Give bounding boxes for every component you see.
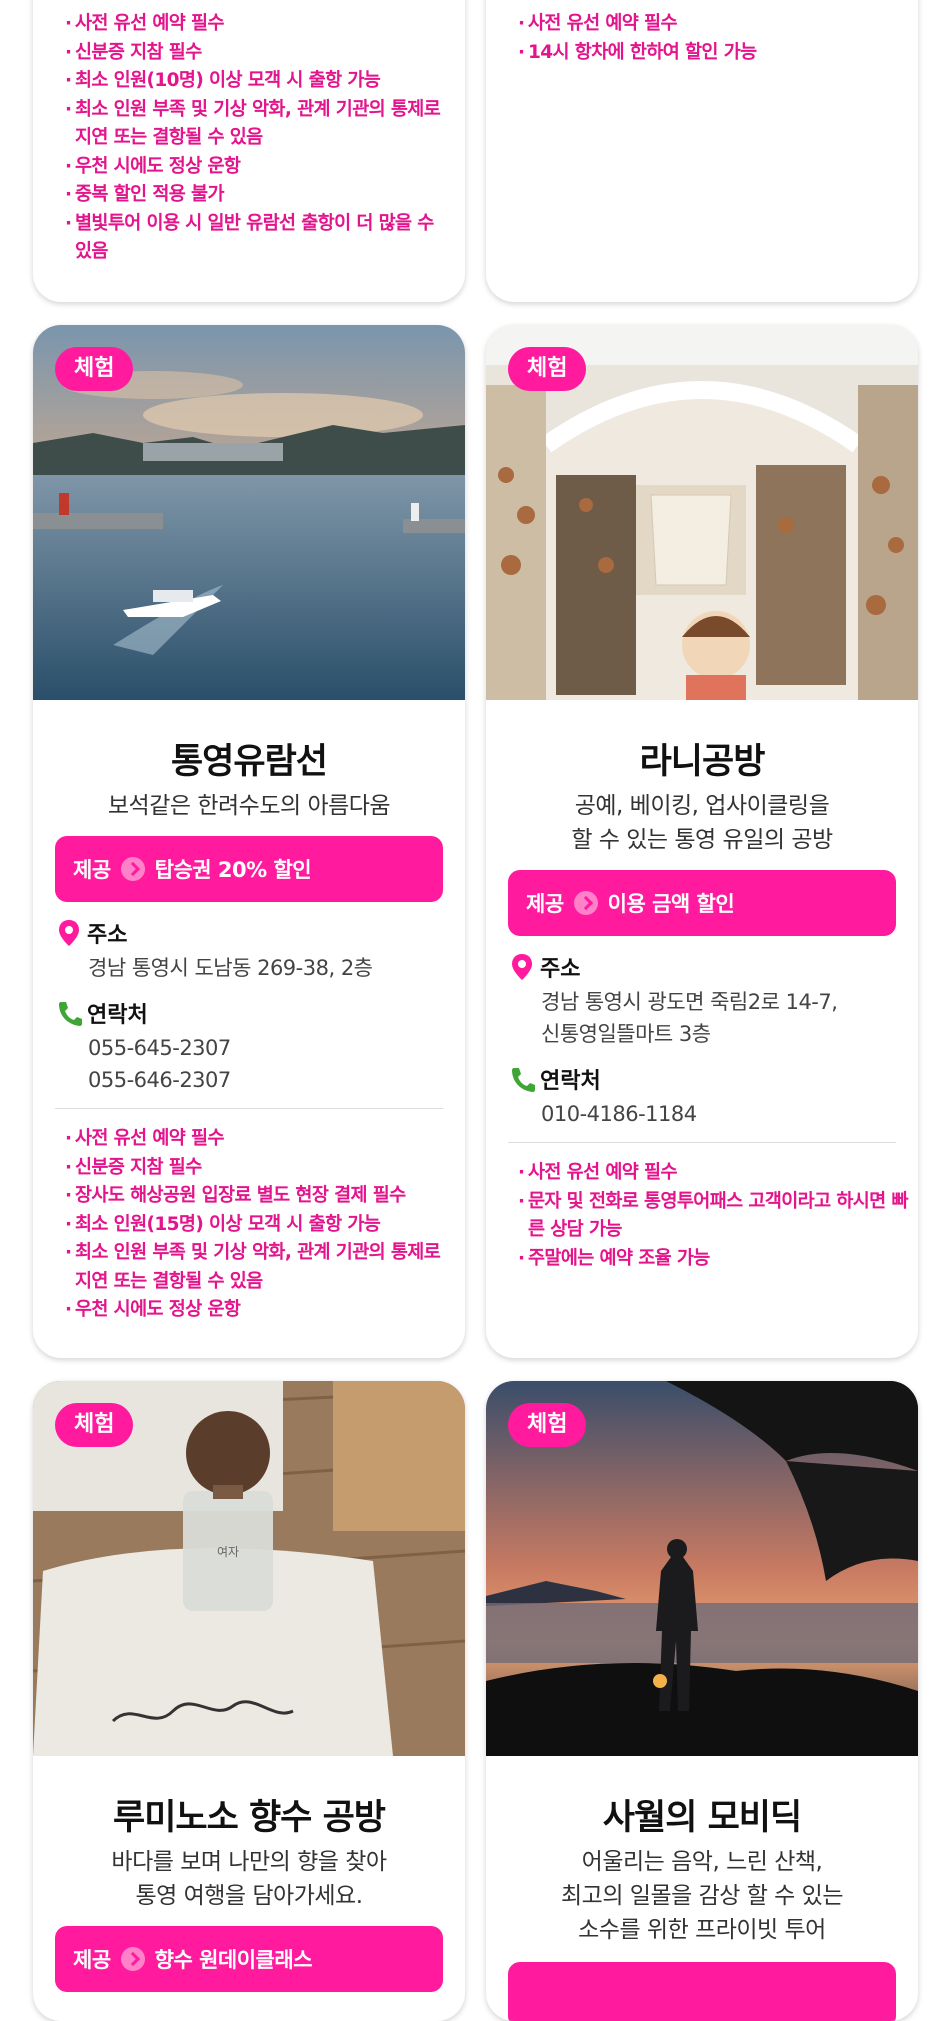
note-item: 최소 인원 부족 및 기상 악화, 관계 기관의 통제로 지연 또는 결항될 수… [65,1239,455,1296]
note-item: 우천 시에도 정상 운항 [65,1296,455,1325]
note-item: 사전 유선 예약 필수 [65,1125,455,1154]
offer-text: 이용 금액 할인 [607,892,735,916]
place-title: 루미노소 향수 공방 [113,1798,386,1838]
note-item: 사전 유선 예약 필수 [65,10,455,39]
notes-list: 사전 유선 예약 필수 신분증 지참 필수 최소 인원(10명) 이상 모객 시… [65,10,455,267]
place-title: 사월의 모비딕 [602,1798,802,1838]
offer-button[interactable]: 제공 향수 원데이클래스 [55,1926,443,1992]
chevron-right-icon [120,857,145,881]
address-label: 주소 [508,951,580,983]
address-label: 주소 [55,917,127,949]
offer-prefix: 제공 [73,858,111,882]
place-subtitle: 바다를 보며 나만의 향을 찾아 통영 여행을 담아가세요. [111,1849,387,1909]
phone-icon [59,1002,82,1026]
address-text: 경남 통영시 광도면 죽림2로 14-7, 신통영일뜰마트 3층 [541,990,838,1046]
card-top-left: 사전 유선 예약 필수 신분증 지참 필수 최소 인원(10명) 이상 모객 시… [33,0,465,302]
category-badge: 체험 [55,347,134,391]
contact-label: 연락처 [508,1063,601,1095]
divider [55,1108,443,1109]
note-item: 최소 인원(10명) 이상 모객 시 출항 가능 [65,67,455,96]
svg-text:여자: 여자 [217,1545,239,1559]
card-rani-workshop[interactable]: 체험 라니공방 공예, 베이킹, 업사이클링을 할 수 있는 통영 유일의 공방… [486,325,918,1358]
offer-prefix: 제공 [526,892,564,916]
map-pin-icon [512,954,532,980]
card-tongyeong-cruise[interactable]: 체험 통영유람선 보석같은 한려수도의 아름다움 제공 탑승권 20% 할인 주… [33,325,465,1358]
chevron-right-icon [120,1947,145,1971]
note-item: 우천 시에도 정상 운항 [65,153,455,182]
contact-text[interactable]: 055-645-2307 055-646-2307 [88,1032,231,1096]
note-item: 문자 및 전화로 통영투어패스 고객이라고 하시면 빠른 상담 가능 [518,1188,908,1245]
place-subtitle: 보석같은 한려수도의 아름다움 [107,793,391,819]
note-item: 신분증 지참 필수 [65,1154,455,1183]
note-item: 최소 인원 부족 및 기상 악화, 관계 기관의 통제로 지연 또는 결항될 수… [65,96,455,153]
contact-text[interactable]: 010-4186-1184 [541,1098,697,1130]
note-item: 장사도 해상공원 입장료 별도 현장 결제 필수 [65,1182,455,1211]
offer-text: 탑승권 20% 할인 [154,858,312,882]
note-item: 별빛투어 이용 시 일반 유람선 출항이 더 많을 수 있음 [65,210,455,267]
offer-prefix: 제공 [73,1948,111,1972]
notes-list: 사전 유선 예약 필수 신분증 지참 필수 장사도 해상공원 입장료 별도 현장… [65,1125,455,1325]
divider [508,1142,896,1143]
note-item: 사전 유선 예약 필수 [518,10,908,39]
category-badge: 체험 [508,347,587,391]
offer-button[interactable] [508,1962,896,2021]
offer-button[interactable]: 제공 이용 금액 할인 [508,870,896,936]
contact-label: 연락처 [55,997,148,1029]
offer-text: 향수 원데이클래스 [154,1948,313,1972]
phone-icon [512,1068,535,1092]
place-title: 라니공방 [639,742,766,782]
place-subtitle: 공예, 베이킹, 업사이클링을 할 수 있는 통영 유일의 공방 [571,793,833,853]
card-luminoso-perfume[interactable]: 여자 체험 루미노소 향수 공방 바다를 보며 나만의 향을 찾아 통영 여행을… [33,1381,465,2021]
address-text: 경남 통영시 도남동 269-38, 2층 [88,956,373,980]
chevron-right-icon [573,891,598,915]
place-subtitle: 어울리는 음악, 느린 산책, 최고의 일몰을 감상 할 수 있는 소수를 위한… [561,1849,843,1943]
map-pin-icon [59,920,79,946]
place-title: 통영유람선 [170,742,328,782]
note-item: 사전 유선 예약 필수 [518,1159,908,1188]
note-item: 신분증 지참 필수 [65,39,455,68]
note-item: 최소 인원(15명) 이상 모객 시 출항 가능 [65,1211,455,1240]
notes-list: 사전 유선 예약 필수 14시 항차에 한하여 할인 가능 [518,10,908,67]
card-top-right: 사전 유선 예약 필수 14시 항차에 한하여 할인 가능 [486,0,918,302]
note-item: 중복 할인 적용 불가 [65,181,455,210]
category-badge: 체험 [508,1403,587,1447]
note-item: 주말에는 예약 조율 가능 [518,1245,908,1274]
category-badge: 체험 [55,1403,134,1447]
card-moby-dick-tour[interactable]: 체험 사월의 모비딕 어울리는 음악, 느린 산책, 최고의 일몰을 감상 할 … [486,1381,918,2021]
offer-button[interactable]: 제공 탑승권 20% 할인 [55,836,443,902]
notes-list: 사전 유선 예약 필수 문자 및 전화로 통영투어패스 고객이라고 하시면 빠른… [518,1159,908,1273]
note-item: 14시 항차에 한하여 할인 가능 [518,39,908,68]
